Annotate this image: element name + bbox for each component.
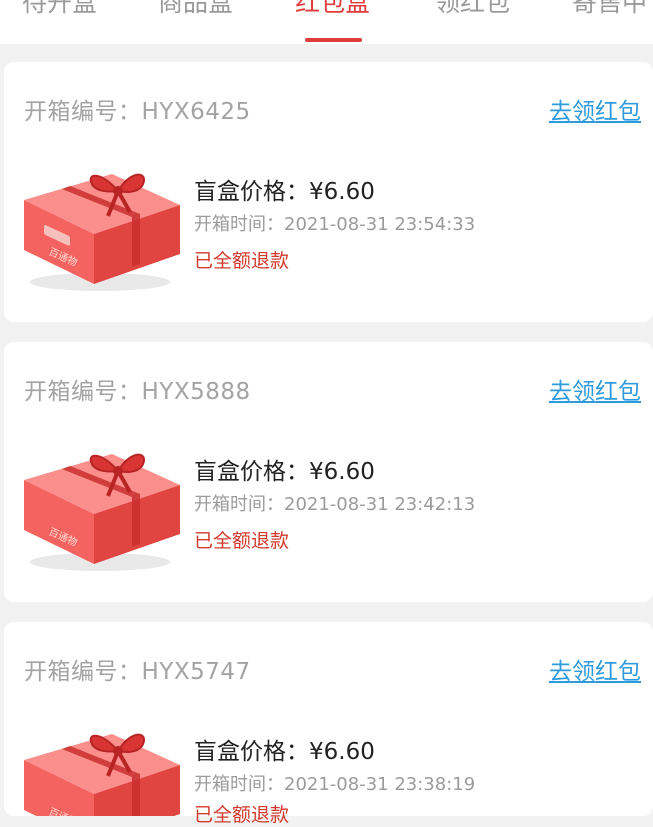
tab-bar: 待开盒 商品盒 红包盒 领红包 寄售中: [0, 0, 653, 44]
order-card: 开箱编号：HYX5888 去领红包 百通物 盲盒价格：¥6.60 开箱时间：20…: [4, 342, 653, 602]
gift-box-icon: 百通物: [22, 430, 182, 575]
order-number: 开箱编号：HYX5747: [24, 659, 251, 685]
blind-box-price: 盲盒价格：¥6.60: [194, 459, 375, 485]
tab-pending-open[interactable]: 待开盒: [22, 0, 97, 20]
gift-box-icon: 百通物: [22, 150, 182, 295]
blind-box-price: 盲盒价格：¥6.60: [194, 739, 375, 765]
order-number: 开箱编号：HYX5888: [24, 379, 251, 405]
open-time: 开箱时间：2021-08-31 23:54:33: [194, 214, 476, 235]
refund-status: 已全额退款: [194, 804, 290, 826]
refund-status: 已全额退款: [194, 530, 290, 552]
tab-claim-red-packet[interactable]: 领红包: [435, 0, 510, 20]
open-time: 开箱时间：2021-08-31 23:42:13: [194, 494, 476, 515]
order-number: 开箱编号：HYX6425: [24, 99, 251, 125]
refund-status: 已全额退款: [194, 250, 290, 272]
open-time: 开箱时间：2021-08-31 23:38:19: [194, 774, 476, 795]
tab-consignment[interactable]: 寄售中: [572, 0, 647, 20]
claim-red-packet-link[interactable]: 去领红包: [549, 372, 641, 406]
active-tab-indicator: [305, 38, 362, 42]
tab-red-packet-box[interactable]: 红包盒: [295, 0, 370, 20]
order-card: 开箱编号：HYX5747 去领红包 百通物 盲盒价格：¥6.60 开箱时间：20…: [4, 622, 653, 826]
order-card: 开箱编号：HYX6425 去领红包 百通物 盲盒价格：¥6.60 开箱时间：20…: [4, 62, 653, 322]
claim-red-packet-link[interactable]: 去领红包: [549, 652, 641, 686]
blind-box-price: 盲盒价格：¥6.60: [194, 179, 375, 205]
gift-box-icon: 百通物: [22, 710, 182, 816]
claim-red-packet-link[interactable]: 去领红包: [549, 92, 641, 126]
tab-product-box[interactable]: 商品盒: [158, 0, 233, 20]
